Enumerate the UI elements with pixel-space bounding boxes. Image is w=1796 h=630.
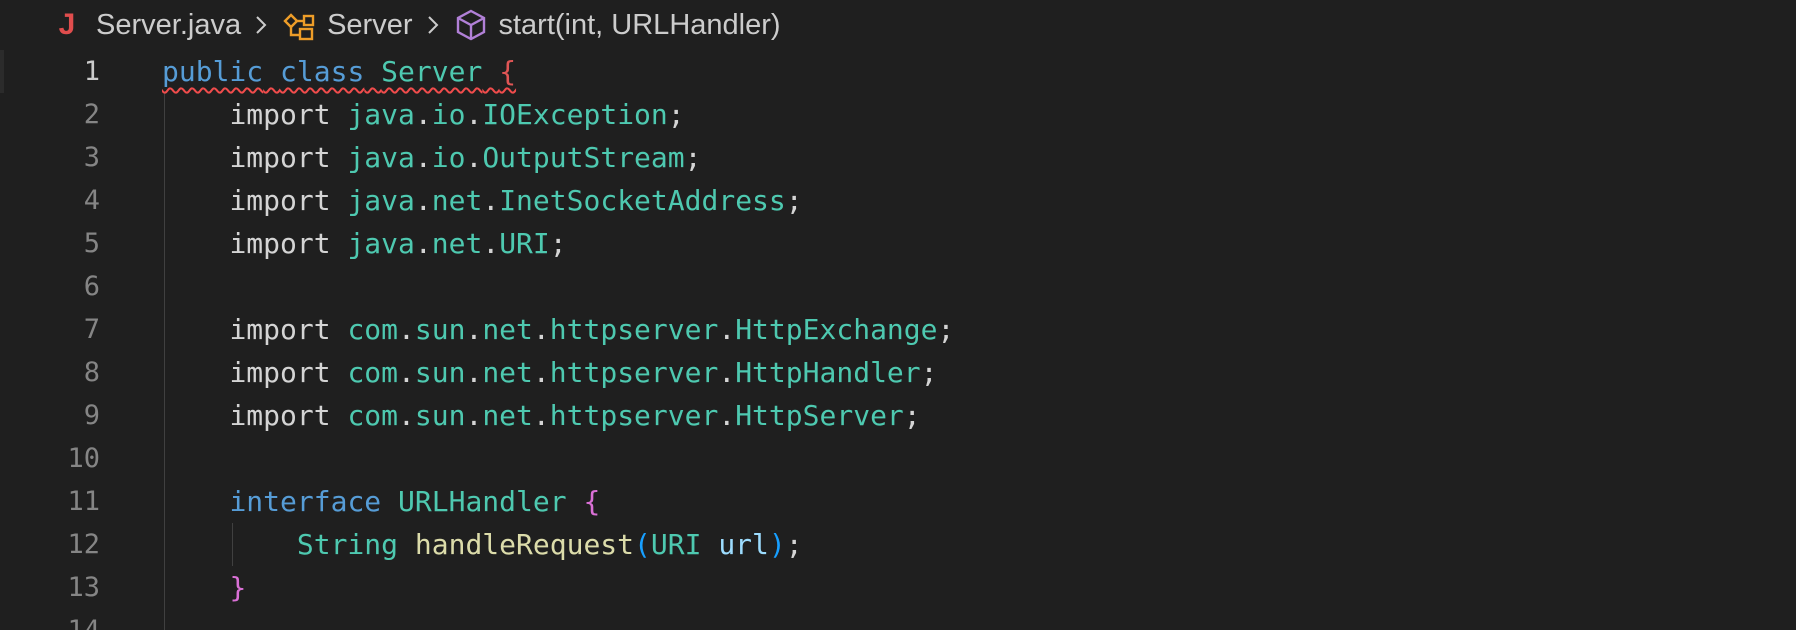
code-line: 8 import com.sun.net.httpserver.HttpHand… bbox=[0, 351, 1796, 394]
breadcrumb-file-label: Server.java bbox=[96, 8, 242, 41]
code-line: 2 import java.io.IOException; bbox=[0, 93, 1796, 136]
code-text: } bbox=[229, 571, 247, 604]
line-number: 7 bbox=[83, 314, 100, 345]
class-icon bbox=[281, 7, 317, 43]
code-text: import com.sun.net.httpserver.HttpExchan… bbox=[229, 313, 955, 346]
code-line: 9 import com.sun.net.httpserver.HttpServ… bbox=[0, 394, 1796, 437]
line-number: 13 bbox=[67, 572, 100, 603]
line-number: 8 bbox=[83, 357, 100, 388]
line-number: 3 bbox=[83, 142, 100, 173]
chevron-right-icon bbox=[253, 14, 269, 36]
breadcrumb-class-label: Server bbox=[327, 8, 413, 41]
code-text: import java.io.OutputStream; bbox=[229, 141, 702, 174]
code-text: public class Server { bbox=[162, 55, 516, 88]
code-text: import java.io.IOException; bbox=[229, 98, 685, 131]
code-text: String handleRequest(URI url); bbox=[296, 528, 803, 561]
breadcrumb-method-label: start(int, URLHandler) bbox=[498, 8, 781, 41]
line-number: 10 bbox=[67, 443, 100, 474]
breadcrumb-method[interactable]: start(int, URLHandler) bbox=[453, 7, 781, 43]
line-number: 12 bbox=[67, 529, 100, 560]
code-text: import com.sun.net.httpserver.HttpHandle… bbox=[229, 356, 938, 389]
code-line: 7 import com.sun.net.httpserver.HttpExch… bbox=[0, 308, 1796, 351]
code-text: interface URLHandler { bbox=[229, 485, 601, 518]
line-number: 11 bbox=[67, 486, 100, 517]
code-line: 12 String handleRequest(URI url); bbox=[0, 523, 1796, 566]
line-number: 6 bbox=[83, 271, 100, 302]
code-editor[interactable]: 1 public class Server { 2 import java.io… bbox=[0, 50, 1796, 630]
line-number: 14 bbox=[0, 615, 100, 630]
code-text: import com.sun.net.httpserver.HttpServer… bbox=[229, 399, 921, 432]
breadcrumb-class[interactable]: Server bbox=[281, 7, 413, 43]
line-number: 9 bbox=[83, 400, 100, 431]
code-text-part: public class Server { bbox=[162, 55, 517, 88]
java-file-icon: J bbox=[58, 8, 76, 41]
breadcrumb-file[interactable]: J Server.java bbox=[56, 8, 241, 42]
chevron-right-icon bbox=[425, 14, 441, 36]
code-text: import java.net.URI; bbox=[229, 227, 567, 260]
line-number: 2 bbox=[83, 99, 100, 130]
code-text: import java.net.InetSocketAddress; bbox=[229, 184, 803, 217]
code-line: 11 interface URLHandler { bbox=[0, 480, 1796, 523]
code-line: 10 bbox=[0, 437, 1796, 480]
line-number: 4 bbox=[83, 185, 100, 216]
code-line: 6 bbox=[0, 265, 1796, 308]
line-number: 1 bbox=[83, 56, 100, 87]
code-line: 1 public class Server { bbox=[0, 50, 1796, 93]
method-cube-icon bbox=[453, 7, 489, 43]
code-line: 3 import java.io.OutputStream; bbox=[0, 136, 1796, 179]
line-number: 5 bbox=[83, 228, 100, 259]
code-line: 5 import java.net.URI; bbox=[0, 222, 1796, 265]
code-line: 13 } bbox=[0, 566, 1796, 609]
breadcrumb: J Server.java Server start(int, URLHandl… bbox=[0, 0, 1796, 50]
code-line: 14 bbox=[0, 609, 1796, 630]
code-line: 4 import java.net.InetSocketAddress; bbox=[0, 179, 1796, 222]
